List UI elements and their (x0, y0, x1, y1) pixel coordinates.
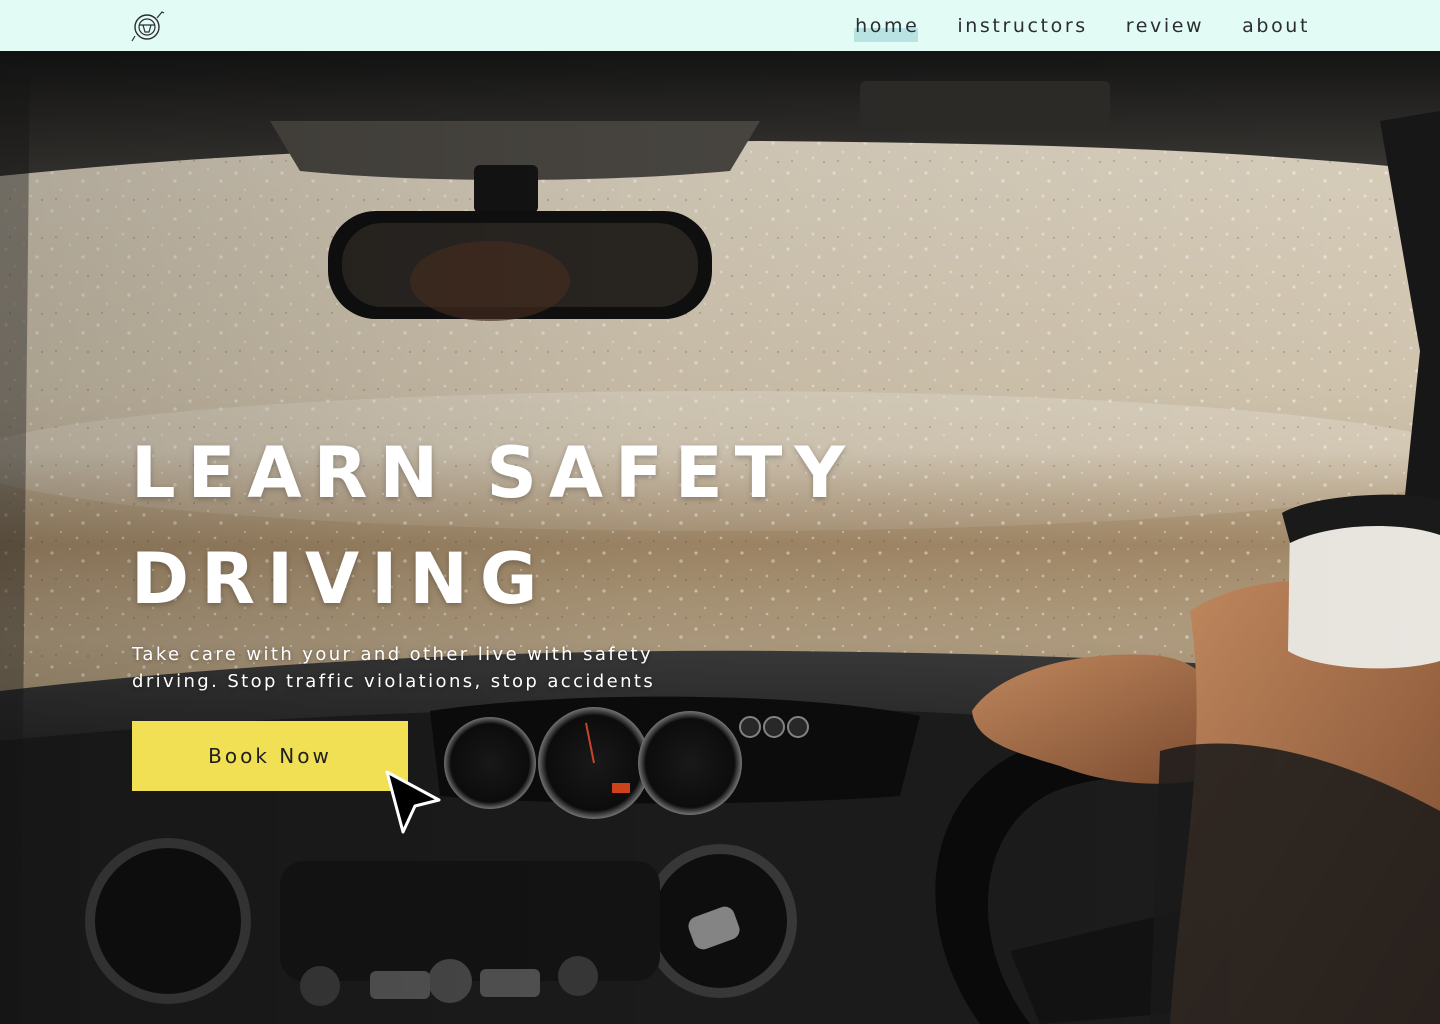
nav-link-instructors[interactable]: instructors (957, 15, 1087, 37)
hero-subtitle: Take care with your and other live with … (132, 644, 656, 692)
hero-title-line-2: DRIVING (131, 538, 550, 620)
nav-link-about[interactable]: about (1242, 15, 1310, 37)
book-now-button[interactable]: Book Now (132, 721, 408, 791)
hero-title: LEARN SAFETY DRIVING (131, 420, 891, 632)
main-navigation: home instructors review about (854, 0, 1310, 51)
nav-link-review[interactable]: review (1126, 15, 1204, 37)
hero-title-line-1: LEARN SAFETY (131, 432, 858, 514)
hero-section: LEARN SAFETY DRIVING Take care with your… (0, 51, 1440, 1024)
top-navbar: home instructors review about (0, 0, 1440, 51)
steering-wheel-icon[interactable] (130, 7, 166, 43)
nav-link-home[interactable]: home (854, 15, 919, 42)
